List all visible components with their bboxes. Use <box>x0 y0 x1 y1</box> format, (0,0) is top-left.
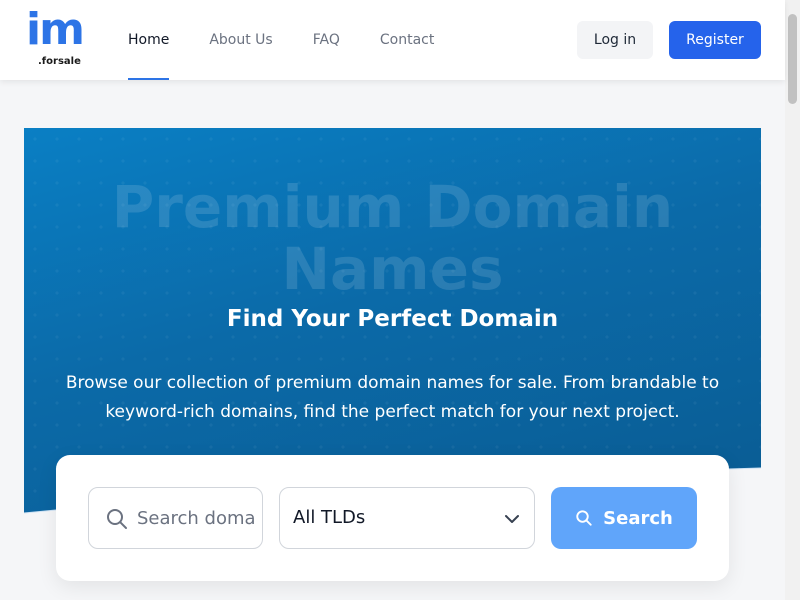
search-card: All TLDs Search <box>56 455 729 581</box>
search-icon <box>107 509 127 529</box>
chevron-down-icon <box>505 515 519 523</box>
hero-description: Browse our collection of premium domain … <box>65 373 720 422</box>
logo-subtitle: .forsale <box>38 56 81 67</box>
hero-subtitle: Find Your Perfect Domain <box>226 306 559 332</box>
register-button[interactable]: Register <box>669 21 761 59</box>
nav-contact[interactable]: Contact <box>380 0 434 80</box>
scrollbar-thumb[interactable] <box>788 14 797 104</box>
nav-about-us[interactable]: About Us <box>209 0 272 80</box>
search-button-label: Search <box>603 507 673 529</box>
search-icon <box>576 510 592 526</box>
search-field[interactable] <box>88 487 263 549</box>
search-button[interactable]: Search <box>551 487 697 549</box>
site-header: im .forsale Home About Us FAQ Contact Lo… <box>0 0 785 80</box>
main-nav: Home About Us FAQ Contact <box>128 0 474 80</box>
hero-background-title: Premium Domain Names <box>111 173 674 303</box>
tld-select[interactable]: All TLDs <box>279 487 535 549</box>
search-input[interactable] <box>137 488 257 548</box>
logo-mark: im <box>26 4 85 55</box>
tld-selected-value: All TLDs <box>293 507 366 528</box>
nav-faq[interactable]: FAQ <box>313 0 340 80</box>
nav-home[interactable]: Home <box>128 0 170 80</box>
page-scrollbar[interactable] <box>785 0 800 600</box>
logo[interactable]: im .forsale <box>26 8 90 70</box>
login-button[interactable]: Log in <box>577 21 653 59</box>
